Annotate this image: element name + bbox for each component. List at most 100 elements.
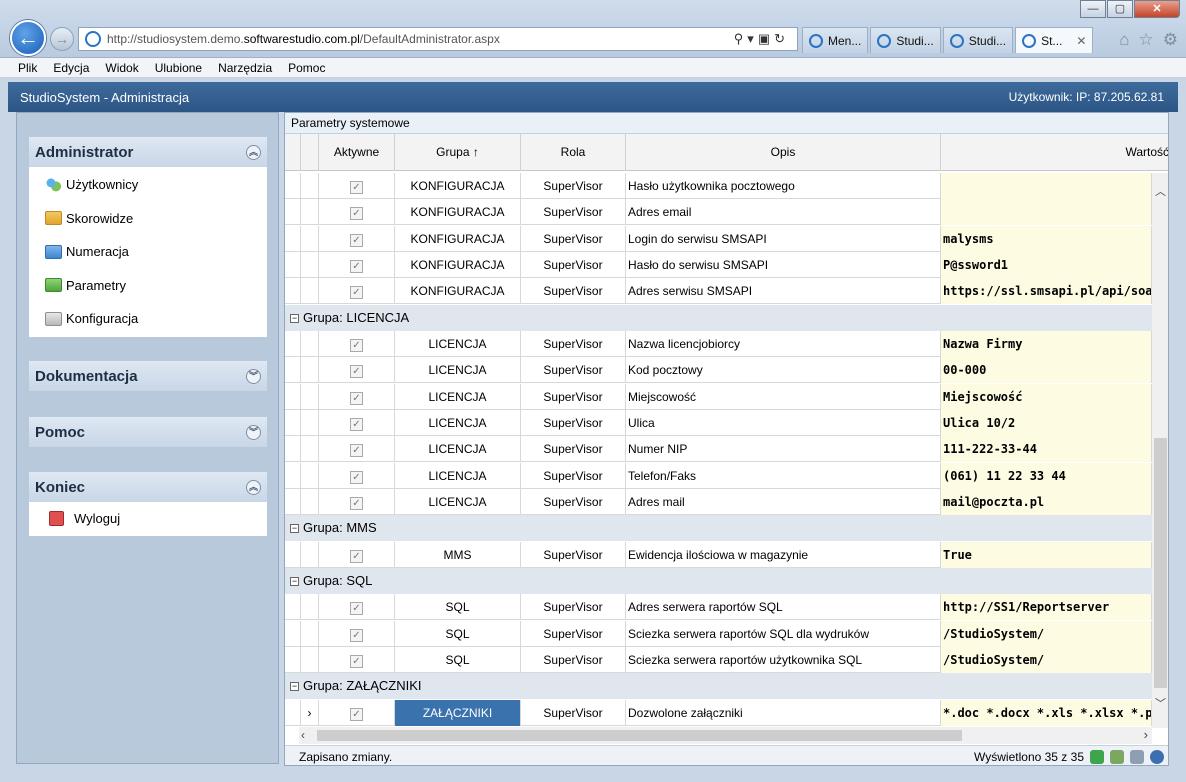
row-indicator[interactable] <box>301 251 319 278</box>
aktywne-cell[interactable]: ✓ <box>319 409 395 436</box>
aktywne-cell[interactable]: ✓ <box>319 331 395 357</box>
table-row[interactable]: ✓ LICENCJA SuperVisor Numer NIP 111-222-33-4… <box>285 436 1152 463</box>
panel-header-dokumentacja[interactable]: Dokumentacja ︾ <box>29 361 267 391</box>
minimize-button[interactable]: — <box>1080 0 1106 18</box>
table-row[interactable]: ✓ SQL SuperVisor Sciezka serwera raportów S… <box>285 620 1152 647</box>
sidebar-item-konfiguracja[interactable]: Konfiguracja <box>29 302 267 336</box>
browser-tab[interactable]: Studi... <box>942 27 1014 53</box>
collapse-group-icon[interactable]: − <box>290 313 299 323</box>
grupa-cell[interactable]: KONFIGURACJA <box>395 225 521 252</box>
row-indicator[interactable] <box>301 225 319 252</box>
table-row[interactable]: ✓ KONFIGURACJA SuperVisor Adres email <box>285 199 1152 226</box>
forward-button[interactable]: → <box>50 27 74 51</box>
column-header-aktywne[interactable]: Aktywne <box>319 134 395 171</box>
opis-cell[interactable]: Login do serwisu SMSAPI <box>626 225 941 252</box>
rola-cell[interactable]: SuperVisor <box>521 647 626 673</box>
checkbox[interactable]: ✓ <box>350 259 363 273</box>
scroll-left-icon[interactable]: ‹ <box>301 728 305 742</box>
collapse-up-icon[interactable]: ︽ <box>246 479 261 495</box>
group-row[interactable]: − Grupa: ZAŁĄCZNIKI <box>285 673 1152 700</box>
wartosc-cell[interactable]: *.doc *.docx *.xls *.xlsx *.ppt * <box>941 699 1152 726</box>
grupa-cell[interactable]: SQL <box>395 647 521 673</box>
grupa-cell[interactable]: LICENCJA <box>395 383 521 410</box>
checkbox[interactable]: ✓ <box>350 655 363 668</box>
wartosc-cell[interactable]: True <box>941 541 1152 568</box>
expand-down-icon[interactable]: ︾ <box>246 368 261 384</box>
table-row[interactable]: ✓ MMS SuperVisor Ewidencja ilościowa w maga… <box>285 541 1152 568</box>
rola-cell[interactable]: SuperVisor <box>521 462 626 489</box>
wartosc-cell[interactable]: https://ssl.smsapi.pl/api/soap/ <box>941 278 1152 305</box>
column-header-grupa[interactable]: Grupa ↑ <box>395 134 521 171</box>
group-row[interactable]: − Grupa: MMS <box>285 515 1152 542</box>
sidebar-item-parametry[interactable]: Parametry <box>29 269 267 303</box>
menu-item-5[interactable]: Pomoc <box>288 61 325 75</box>
opis-cell[interactable]: Hasło użytkownika pocztowego <box>626 173 941 199</box>
wartosc-cell[interactable]: /StudioSystem/ <box>941 620 1152 647</box>
browser-tab[interactable]: Men... <box>802 27 869 53</box>
grupa-cell[interactable]: SQL <box>395 594 521 621</box>
wartosc-cell[interactable] <box>941 199 1152 226</box>
sidebar-item-skorowidze[interactable]: Skorowidze <box>29 202 267 236</box>
save-layout-icon[interactable] <box>1130 749 1144 764</box>
menu-item-0[interactable]: Plik <box>18 61 37 75</box>
menu-item-4[interactable]: Narzędzia <box>218 61 272 75</box>
panel-header-administrator[interactable]: Administrator ︽ <box>29 137 267 167</box>
browser-tab[interactable]: St... ✕ <box>1015 27 1094 53</box>
vertical-scroll-thumb[interactable] <box>1154 438 1167 688</box>
wartosc-cell[interactable]: malysms <box>941 225 1152 252</box>
wartosc-cell[interactable]: /StudioSystem/ <box>941 647 1152 673</box>
panel-header-koniec[interactable]: Koniec ︽ <box>29 472 267 502</box>
aktywne-cell[interactable]: ✓ <box>319 199 395 226</box>
rola-cell[interactable]: SuperVisor <box>521 409 626 436</box>
row-indicator[interactable] <box>301 383 319 410</box>
expand-down-icon[interactable]: ︾ <box>246 424 261 440</box>
gear-icon[interactable]: ⚙ <box>1163 30 1178 50</box>
rola-cell[interactable]: SuperVisor <box>521 278 626 305</box>
sidebar-item-uzytkownicy[interactable]: Użytkownicy <box>29 168 267 202</box>
table-row[interactable]: ✓ LICENCJA SuperVisor Kod pocztowy 00-000 <box>285 357 1152 384</box>
rola-cell[interactable]: SuperVisor <box>521 620 626 647</box>
horizontal-scrollbar[interactable]: ‹ › <box>299 727 1152 744</box>
rola-cell[interactable]: SuperVisor <box>521 331 626 357</box>
row-indicator[interactable] <box>301 541 319 568</box>
table-row[interactable]: ✓ LICENCJA SuperVisor Adres mail mail@poczta… <box>285 488 1152 515</box>
aktywne-cell[interactable]: ✓ <box>319 225 395 252</box>
wartosc-cell[interactable]: 00-000 <box>941 357 1152 384</box>
wartosc-cell[interactable]: http://SS1/Reportserver <box>941 594 1152 621</box>
checkbox[interactable]: ✓ <box>350 417 363 431</box>
collapse-group-icon[interactable]: − <box>290 576 299 586</box>
maximize-button[interactable]: ▢ <box>1107 0 1133 18</box>
rola-cell[interactable]: SuperVisor <box>521 541 626 568</box>
checkbox[interactable]: ✓ <box>350 339 363 352</box>
rola-cell[interactable]: SuperVisor <box>521 251 626 278</box>
table-row[interactable]: ✓ LICENCJA SuperVisor Ulica Ulica 10/2 <box>285 409 1152 436</box>
table-row[interactable]: › ✓ ZAŁĄCZNIKI SuperVisor Dozwolone załączni… <box>285 699 1152 726</box>
checkbox[interactable]: ✓ <box>350 207 363 221</box>
grupa-cell[interactable]: LICENCJA <box>395 462 521 489</box>
grupa-cell[interactable]: KONFIGURACJA <box>395 173 521 199</box>
row-indicator[interactable] <box>301 331 319 357</box>
grupa-cell[interactable]: KONFIGURACJA <box>395 251 521 278</box>
table-row[interactable]: ✓ KONFIGURACJA SuperVisor Hasło do serwisu … <box>285 251 1152 278</box>
grupa-cell[interactable]: LICENCJA <box>395 331 521 357</box>
checkbox[interactable]: ✓ <box>350 444 363 458</box>
opis-cell[interactable]: Sciezka serwera raportów SQL dla wydrukó… <box>626 620 941 647</box>
opis-cell[interactable]: Numer NIP <box>626 436 941 463</box>
opis-cell[interactable]: Adres mail <box>626 488 941 515</box>
aktywne-cell[interactable]: ✓ <box>319 436 395 463</box>
rola-cell[interactable]: SuperVisor <box>521 699 626 726</box>
menu-item-2[interactable]: Widok <box>105 61 138 75</box>
rola-cell[interactable]: SuperVisor <box>521 436 626 463</box>
panel-header-pomoc[interactable]: Pomoc ︾ <box>29 417 267 447</box>
column-header-opis[interactable]: Opis <box>626 134 941 171</box>
group-row[interactable]: − Grupa: SQL <box>285 567 1152 594</box>
rola-cell[interactable]: SuperVisor <box>521 173 626 199</box>
grupa-cell[interactable]: LICENCJA <box>395 436 521 463</box>
row-indicator[interactable] <box>301 173 319 199</box>
grupa-cell[interactable]: KONFIGURACJA <box>395 278 521 305</box>
column-header-wartosc[interactable]: Wartość <box>941 134 1168 171</box>
wartosc-cell[interactable] <box>941 173 1152 199</box>
scroll-right-icon[interactable]: › <box>1144 727 1148 742</box>
scroll-down-icon[interactable]: ﹀ <box>1152 695 1168 712</box>
collapse-group-icon[interactable]: − <box>290 524 299 534</box>
